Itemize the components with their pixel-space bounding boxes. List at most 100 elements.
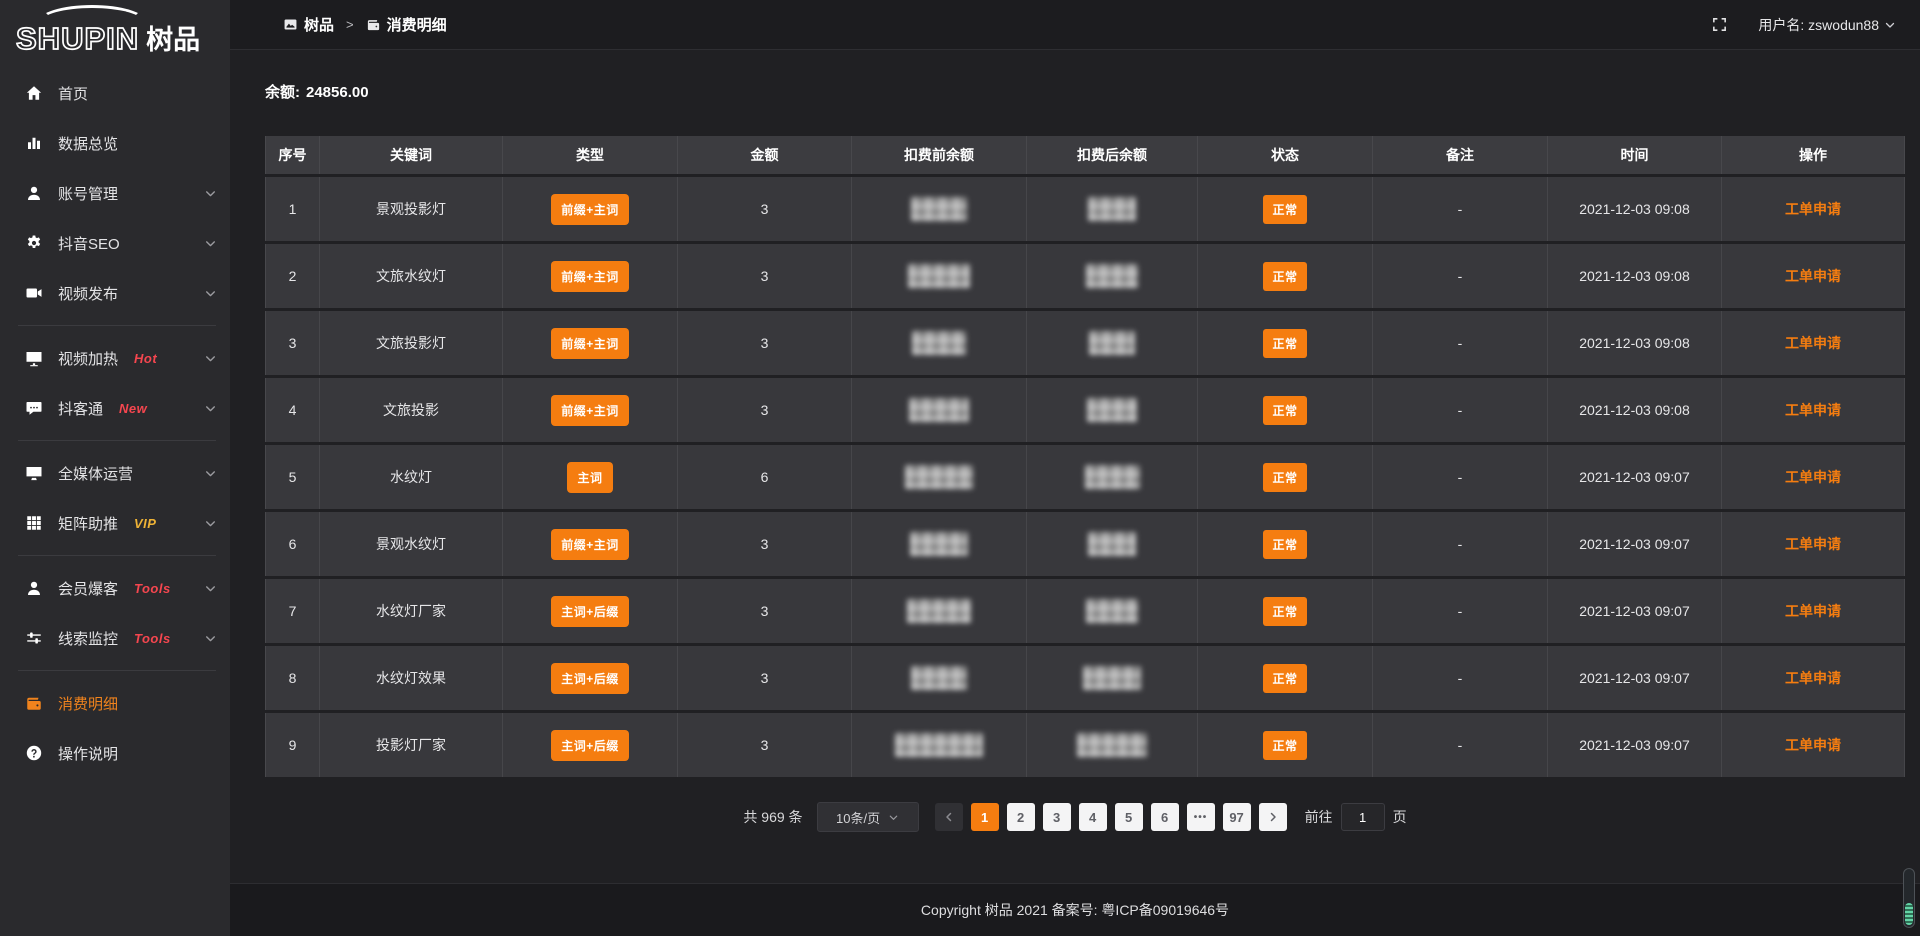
cell-index: 2 (265, 244, 320, 308)
page-button-4[interactable]: 4 (1079, 803, 1107, 831)
pagination: 共 969 条 10条/页 123456•••97 前往 页 (230, 802, 1920, 832)
goto-suffix: 页 (1393, 807, 1407, 827)
type-badge: 前缀+主词 (551, 261, 629, 292)
sidebar-item-consumption-detail[interactable]: 消费明细 (0, 678, 230, 728)
blurred-value (1077, 733, 1147, 757)
type-badge: 前缀+主词 (551, 395, 629, 426)
wallet-icon (25, 694, 43, 712)
chevron-down-icon (204, 467, 217, 480)
brand-logo: SHUPIN 树品 (0, 0, 230, 62)
work-order-link[interactable]: 工单申请 (1785, 402, 1841, 418)
sidebar: SHUPIN 树品 首页数据总览账号管理抖音SEO 视频发布视频加热Hot抖客通N… (0, 0, 230, 936)
cell-remark: - (1373, 579, 1548, 643)
cell-amount: 3 (678, 177, 852, 241)
blurred-value (895, 733, 983, 757)
breadcrumb-item-consumption-detail[interactable]: 消费明细 (366, 14, 447, 35)
sidebar-item-douketong[interactable]: 抖客通New (0, 383, 230, 433)
page-button-1[interactable]: 1 (971, 803, 999, 831)
mini-scrollbar-thumb[interactable] (1905, 903, 1913, 925)
blurred-value (1086, 264, 1138, 288)
work-order-link[interactable]: 工单申请 (1785, 670, 1841, 686)
fullscreen-icon[interactable] (1711, 16, 1728, 33)
sidebar-item-all-media-operation[interactable]: 全媒体运营 (0, 448, 230, 498)
prev-page-button[interactable] (935, 803, 963, 831)
cell-time: 2021-12-03 09:07 (1548, 512, 1722, 576)
sidebar-item-video-heating[interactable]: 视频加热Hot (0, 333, 230, 383)
cell-keyword: 水纹灯效果 (320, 646, 503, 710)
balance-label: 余额: (265, 84, 300, 101)
cell-amount: 3 (678, 646, 852, 710)
sidebar-item-badge: Tools (134, 631, 171, 646)
chevron-down-icon (204, 402, 217, 415)
breadcrumb-item-shupin[interactable]: 树品 (283, 14, 334, 35)
page-button-2[interactable]: 2 (1007, 803, 1035, 831)
page-button-5[interactable]: 5 (1115, 803, 1143, 831)
page-button-3[interactable]: 3 (1043, 803, 1071, 831)
work-order-link[interactable]: 工单申请 (1785, 536, 1841, 552)
cell-time: 2021-12-03 09:07 (1548, 646, 1722, 710)
page-button-97[interactable]: 97 (1223, 803, 1251, 831)
cell-keyword: 水纹灯厂家 (320, 579, 503, 643)
work-order-link[interactable]: 工单申请 (1785, 268, 1841, 284)
sidebar-divider (18, 440, 216, 441)
goto-page-input[interactable] (1341, 803, 1385, 831)
type-badge: 主词+后缀 (551, 596, 629, 627)
sidebar-item-member-baoke[interactable]: 会员爆客Tools (0, 563, 230, 613)
user-icon (25, 184, 43, 202)
page-button-6[interactable]: 6 (1151, 803, 1179, 831)
work-order-link[interactable]: 工单申请 (1785, 737, 1841, 753)
camera-icon (25, 284, 43, 302)
pager-ellipsis[interactable]: ••• (1187, 803, 1215, 831)
next-page-button[interactable] (1259, 803, 1287, 831)
cell-balance-after (1027, 177, 1198, 241)
type-badge: 前缀+主词 (551, 529, 629, 560)
cell-keyword: 投影灯厂家 (320, 713, 503, 777)
status-badge: 正常 (1263, 396, 1306, 425)
cell-amount: 3 (678, 713, 852, 777)
cell-index: 4 (265, 378, 320, 442)
sidebar-item-matrix-boost[interactable]: 矩阵助推VIP (0, 498, 230, 548)
cell-type: 主词 (503, 445, 678, 509)
cell-index: 8 (265, 646, 320, 710)
table-row: 6景观水纹灯前缀+主词3正常-2021-12-03 09:07工单申请 (265, 512, 1905, 576)
cell-action: 工单申请 (1722, 646, 1905, 710)
blurred-value (1085, 465, 1140, 489)
cell-index: 6 (265, 512, 320, 576)
cell-remark: - (1373, 378, 1548, 442)
status-badge: 正常 (1263, 195, 1306, 224)
work-order-link[interactable]: 工单申请 (1785, 335, 1841, 351)
screen-play-icon (25, 349, 43, 367)
sidebar-item-operation-guide[interactable]: 操作说明 (0, 728, 230, 778)
work-order-link[interactable]: 工单申请 (1785, 201, 1841, 217)
sidebar-item-account-management[interactable]: 账号管理 (0, 168, 230, 218)
sidebar-item-home[interactable]: 首页 (0, 68, 230, 118)
sliders-icon (25, 629, 43, 647)
chevron-down-icon (204, 517, 217, 530)
sidebar-divider (18, 555, 216, 556)
balance-line: 余额:24856.00 (265, 81, 1920, 102)
page-size-select[interactable]: 10条/页 (817, 802, 919, 832)
cell-status: 正常 (1198, 646, 1373, 710)
cell-action: 工单申请 (1722, 177, 1905, 241)
sidebar-item-video-publish[interactable]: 视频发布 (0, 268, 230, 318)
work-order-link[interactable]: 工单申请 (1785, 603, 1841, 619)
mini-scrollbar[interactable] (1903, 868, 1915, 928)
sidebar-item-data-overview[interactable]: 数据总览 (0, 118, 230, 168)
blurred-value (1088, 532, 1136, 556)
sidebar-item-label: 抖音SEO (58, 233, 120, 254)
sidebar-item-clue-monitor[interactable]: 线索监控Tools (0, 613, 230, 663)
sidebar-item-label: 数据总览 (58, 133, 118, 154)
table-header-row: 序号关键词类型金额扣费前余额扣费后余额状态备注时间操作 (265, 136, 1905, 174)
user-dropdown[interactable]: 用户名: zswodun88 (1758, 15, 1896, 35)
blurred-value (1083, 666, 1141, 690)
table-row: 3文旅投影灯前缀+主词3正常-2021-12-03 09:08工单申请 (265, 311, 1905, 375)
status-badge: 正常 (1263, 597, 1306, 626)
cell-type: 前缀+主词 (503, 512, 678, 576)
cell-type: 前缀+主词 (503, 177, 678, 241)
cell-action: 工单申请 (1722, 311, 1905, 375)
work-order-link[interactable]: 工单申请 (1785, 469, 1841, 485)
grid-icon (25, 514, 43, 532)
cell-amount: 3 (678, 311, 852, 375)
cell-action: 工单申请 (1722, 445, 1905, 509)
sidebar-item-douyin-seo[interactable]: 抖音SEO (0, 218, 230, 268)
